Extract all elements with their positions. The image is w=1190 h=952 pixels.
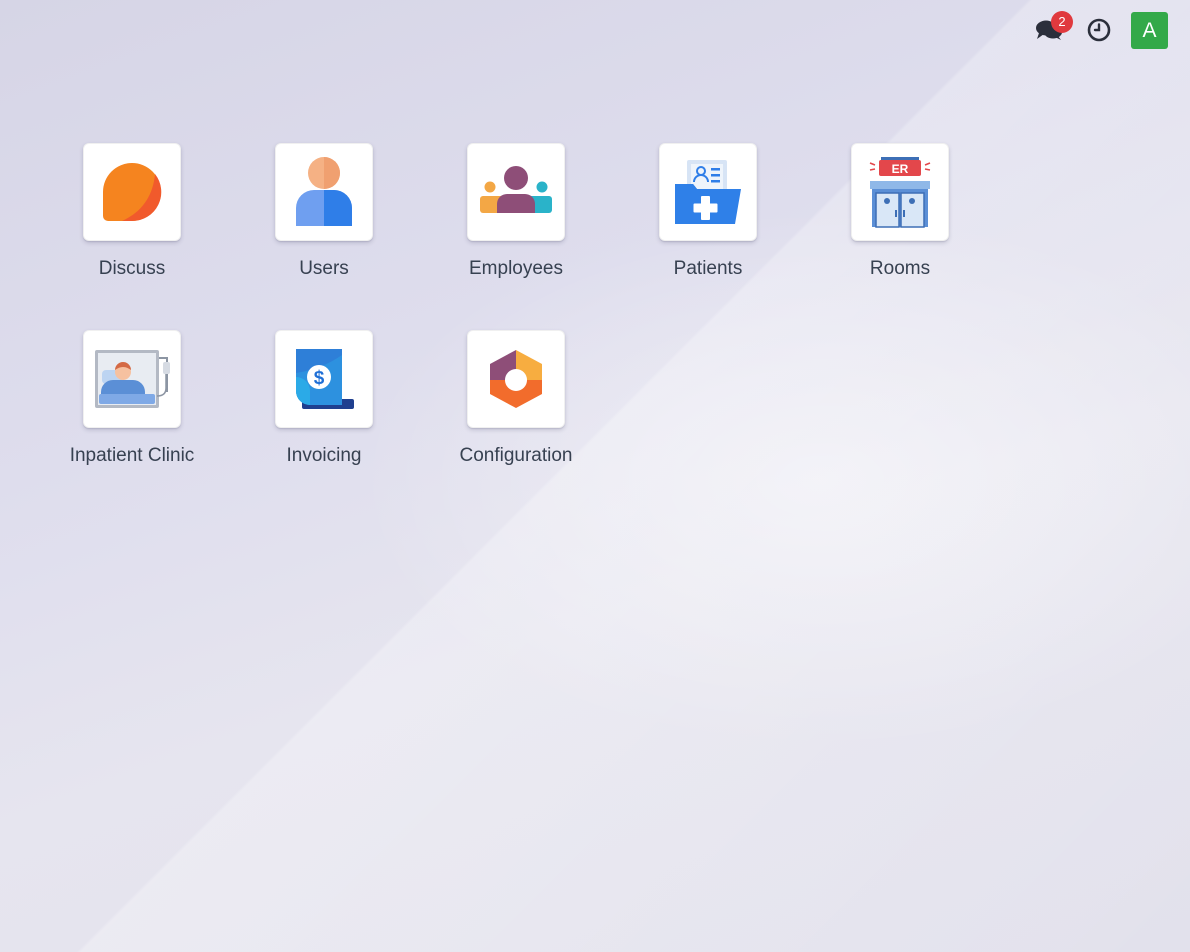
- app-configuration[interactable]: Configuration: [420, 330, 612, 493]
- app-icon-tile[interactable]: [83, 330, 181, 428]
- app-icon-tile[interactable]: $: [275, 330, 373, 428]
- svg-text:$: $: [314, 368, 325, 389]
- app-label: Rooms: [869, 258, 931, 279]
- app-users[interactable]: Users: [228, 143, 420, 306]
- app-icon-tile[interactable]: [275, 143, 373, 241]
- discuss-icon: [103, 163, 162, 222]
- app-discuss[interactable]: Discuss: [36, 143, 228, 306]
- apps-grid: Discuss Users Employees Patients ER Room…: [36, 143, 1176, 493]
- activity-menu-button[interactable]: [1081, 12, 1117, 48]
- invoicing-icon: $: [296, 349, 354, 409]
- app-icon-tile[interactable]: [659, 143, 757, 241]
- messaging-menu-button[interactable]: 2: [1031, 11, 1073, 48]
- app-rooms[interactable]: ER Rooms: [804, 143, 996, 306]
- employees-icon: [480, 166, 552, 213]
- app-icon-tile[interactable]: [83, 143, 181, 241]
- app-employees[interactable]: Employees: [420, 143, 612, 306]
- users-icon: [296, 157, 352, 226]
- patients-icon: [675, 160, 741, 224]
- app-label: Configuration: [459, 445, 573, 466]
- messages-count-badge: 2: [1051, 11, 1073, 33]
- app-label: Users: [299, 258, 349, 279]
- svg-text:ER: ER: [892, 162, 909, 176]
- app-icon-tile[interactable]: [467, 143, 565, 241]
- clock-icon: [1087, 18, 1111, 42]
- app-label: Inpatient Clinic: [69, 445, 195, 466]
- app-label: Discuss: [98, 258, 166, 279]
- configuration-icon: [490, 350, 542, 408]
- inpatient-clinic-icon: [95, 350, 170, 408]
- rooms-icon: ER: [869, 157, 931, 228]
- app-label: Invoicing: [286, 445, 362, 466]
- app-patients[interactable]: Patients: [612, 143, 804, 306]
- app-icon-tile[interactable]: [467, 330, 565, 428]
- app-label: Patients: [673, 258, 743, 279]
- app-label: Employees: [469, 258, 563, 279]
- app-invoicing[interactable]: $ Invoicing: [228, 330, 420, 493]
- app-inpatient-clinic[interactable]: Inpatient Clinic: [36, 330, 228, 493]
- systray: 2 A: [1031, 11, 1168, 49]
- app-icon-tile[interactable]: ER: [851, 143, 949, 241]
- user-avatar[interactable]: A: [1131, 11, 1168, 49]
